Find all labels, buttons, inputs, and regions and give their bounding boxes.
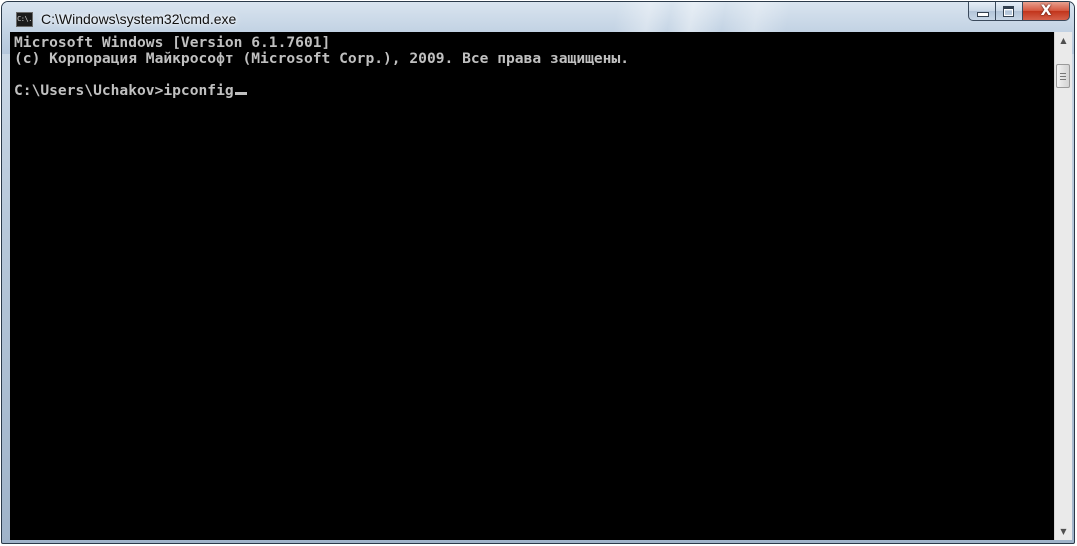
maximize-button[interactable] xyxy=(996,2,1023,21)
scroll-thumb[interactable] xyxy=(1056,64,1070,88)
cmd-window: C:\. C:\Windows\system32\cmd.exe X Micro… xyxy=(1,1,1075,544)
console-prompt-line: C:\Users\Uchakov>ipconfig xyxy=(14,82,234,99)
console-line: Microsoft Windows [Version 6.1.7601] xyxy=(14,34,331,51)
grip-line xyxy=(1060,73,1066,74)
grip-line xyxy=(1060,79,1066,80)
minimize-button[interactable] xyxy=(968,2,996,21)
close-button[interactable]: X xyxy=(1023,2,1070,21)
cmd-app-icon[interactable]: C:\. xyxy=(16,12,33,27)
console-line: (c) Корпорация Майкрософт (Microsoft Cor… xyxy=(14,50,630,67)
window-title: C:\Windows\system32\cmd.exe xyxy=(41,11,237,27)
minimize-icon xyxy=(977,12,989,17)
vertical-scrollbar[interactable]: ▲ ▼ xyxy=(1054,32,1072,540)
console-output: Microsoft Windows [Version 6.1.7601] (c)… xyxy=(10,32,1054,99)
scroll-up-arrow-icon[interactable]: ▲ xyxy=(1055,32,1072,49)
cmd-icon-label: C:\. xyxy=(17,15,32,23)
scroll-down-arrow-icon[interactable]: ▼ xyxy=(1055,523,1072,540)
console-area[interactable]: Microsoft Windows [Version 6.1.7601] (c)… xyxy=(10,32,1054,540)
grip-line xyxy=(1060,76,1066,77)
caption-buttons: X xyxy=(968,2,1070,22)
maximize-icon xyxy=(1003,6,1014,17)
close-icon: X xyxy=(1040,3,1052,19)
text-cursor xyxy=(234,92,247,95)
